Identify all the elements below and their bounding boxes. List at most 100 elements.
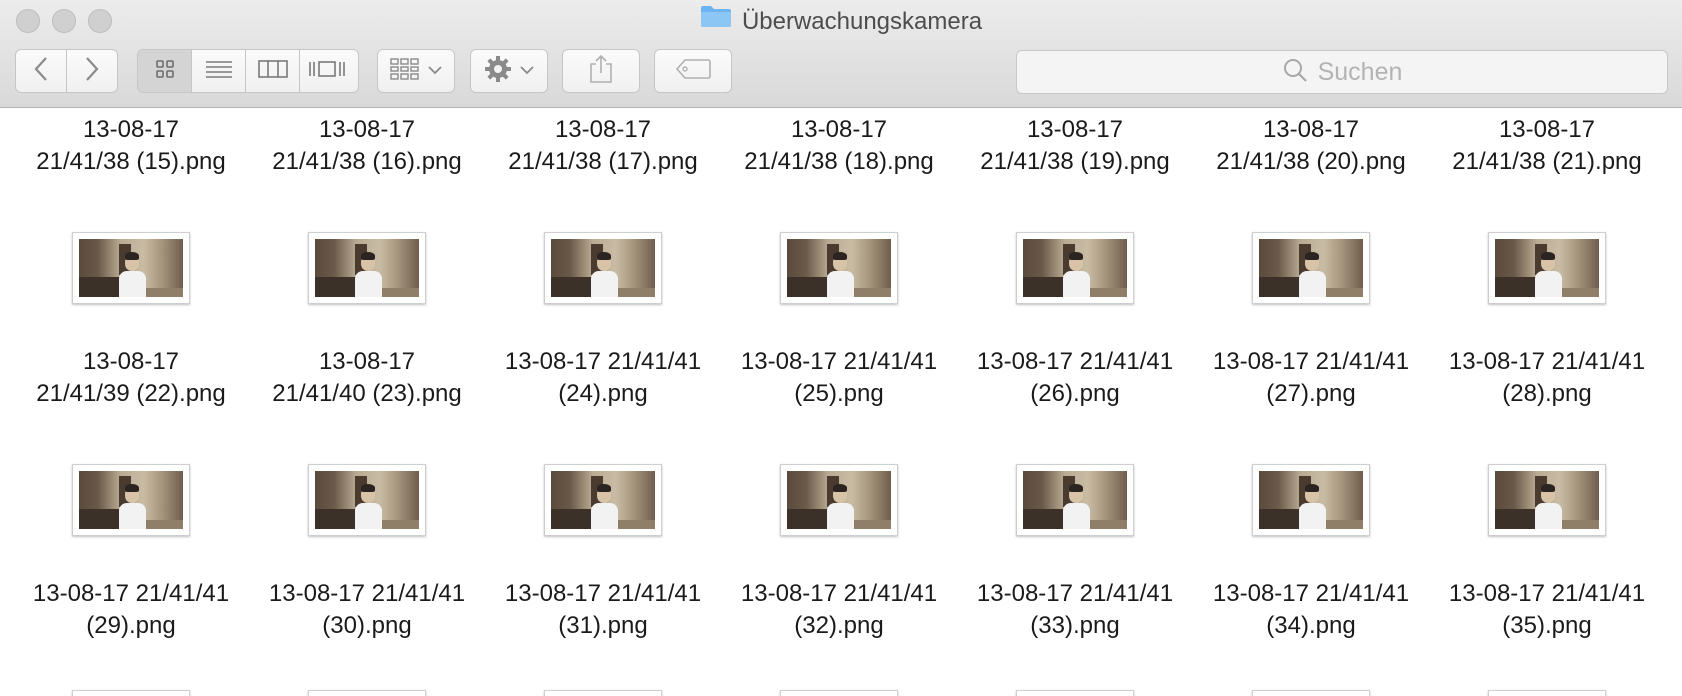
action-menu-button[interactable] [470,49,548,93]
image-thumbnail[interactable] [780,232,898,304]
file-item-name[interactable]: 13-08-17 21/41/41 (33).png [965,578,1185,642]
file-name-line1: 13-08-17 21/41/41 [740,348,938,375]
file-item-name[interactable]: 13-08-17 21/41/38 (20).png [1201,114,1421,178]
file-item-name[interactable]: 13-08-17 21/41/41 (32).png [729,578,949,642]
image-thumbnail[interactable] [308,232,426,304]
image-thumbnail[interactable] [780,464,898,536]
search-field[interactable]: Suchen [1016,50,1668,94]
file-item-name[interactable]: 13-08-17 21/41/41 (24).png [493,346,713,410]
file-name-line2: 21/41/39 (22).png [36,380,226,407]
file-name-line2: 21/41/40 (23).png [272,380,462,407]
file-item-name[interactable]: 13-08-17 21/41/41 (27).png [1201,346,1421,410]
file-name-line2: (24).png [558,380,648,407]
column-view-icon [257,59,288,84]
icon-view-icon [155,59,175,84]
file-item-name[interactable]: 13-08-17 21/41/38 (17).png [493,114,713,178]
gear-icon [484,55,512,88]
file-name-line1: 13-08-17 [1026,116,1124,143]
file-item-name[interactable]: 13-08-17 21/41/39 (22).png [21,346,241,410]
file-name-line1: 13-08-17 21/41/41 [504,348,702,375]
file-item-name[interactable]: 13-08-17 21/41/38 (21).png [1437,114,1657,178]
file-item-name[interactable]: 13-08-17 21/41/40 (23).png [257,346,477,410]
tag-button[interactable] [654,49,732,93]
window-titlebar: Überwachungskamera Suchen [0,0,1682,108]
search-placeholder: Suchen [1317,57,1403,86]
column-view-button[interactable] [246,50,300,92]
file-item-name[interactable]: 13-08-17 21/41/38 (19).png [965,114,1185,178]
image-thumbnail[interactable] [72,232,190,304]
image-thumbnail[interactable] [308,464,426,536]
file-name-line1: 13-08-17 [1498,116,1596,143]
arrange-grid-icon [390,57,420,85]
file-item-name[interactable]: 13-08-17 21/41/41 (31).png [493,578,713,642]
icon-view-button[interactable] [138,50,192,92]
image-thumbnail[interactable] [1252,690,1370,696]
view-mode-control [137,49,359,93]
file-item-name[interactable]: 13-08-17 21/41/41 (30).png [257,578,477,642]
image-thumbnail[interactable] [1016,464,1134,536]
image-thumbnail[interactable] [1488,690,1606,696]
image-thumbnail[interactable] [1488,464,1606,536]
chevron-right-icon [84,56,100,87]
image-thumbnail[interactable] [544,232,662,304]
image-thumbnail[interactable] [72,464,190,536]
image-thumbnail[interactable] [1016,232,1134,304]
file-name-line2: (35).png [1502,612,1592,639]
file-name-line2: (34).png [1266,612,1356,639]
webcam-photo-preview [315,471,419,529]
image-thumbnail[interactable] [308,690,426,696]
webcam-photo-preview [79,239,183,297]
file-name-line2: 21/41/38 (18).png [744,148,934,175]
file-item-name[interactable]: 13-08-17 21/41/41 (28).png [1437,346,1657,410]
file-name-line1: 13-08-17 21/41/41 [268,580,466,607]
webcam-photo-preview [787,471,891,529]
file-name-line1: 13-08-17 21/41/41 [976,580,1174,607]
file-item-name[interactable]: 13-08-17 21/41/41 (29).png [21,578,241,642]
share-button[interactable] [562,49,640,93]
share-icon [588,54,614,89]
image-thumbnail[interactable] [544,464,662,536]
webcam-photo-preview [1495,239,1599,297]
image-thumbnail[interactable] [72,690,190,696]
file-name-line1: 13-08-17 21/41/41 [740,580,938,607]
list-view-button[interactable] [192,50,246,92]
image-thumbnail[interactable] [1252,464,1370,536]
image-thumbnail[interactable] [780,690,898,696]
file-name-line2: (25).png [794,380,884,407]
forward-button[interactable] [66,49,118,93]
back-button[interactable] [15,49,67,93]
file-name-line1: 13-08-17 [790,116,888,143]
cover-flow-button[interactable] [300,50,354,92]
file-name-line2: (26).png [1030,380,1120,407]
file-name-line1: 13-08-17 [82,348,180,375]
webcam-photo-preview [551,239,655,297]
file-item-name[interactable]: 13-08-17 21/41/41 (26).png [965,346,1185,410]
cover-flow-icon [308,59,346,84]
file-name-line2: 21/41/38 (17).png [508,148,698,175]
file-item-name[interactable]: 13-08-17 21/41/38 (15).png [21,114,241,178]
webcam-photo-preview [1259,471,1363,529]
file-item-name[interactable]: 13-08-17 21/41/38 (16).png [257,114,477,178]
file-name-line2: (30).png [322,612,412,639]
image-thumbnail[interactable] [1252,232,1370,304]
webcam-photo-preview [787,239,891,297]
image-thumbnail[interactable] [1488,232,1606,304]
chevron-down-icon [428,62,442,80]
file-item-name[interactable]: 13-08-17 21/41/38 (18).png [729,114,949,178]
webcam-photo-preview [1023,239,1127,297]
file-name-line1: 13-08-17 21/41/41 [1212,580,1410,607]
webcam-photo-preview [1495,471,1599,529]
file-item-name[interactable]: 13-08-17 21/41/41 (25).png [729,346,949,410]
file-name-line2: 21/41/38 (20).png [1216,148,1406,175]
image-thumbnail[interactable] [544,690,662,696]
arrange-button[interactable] [377,49,455,93]
file-name-line1: 13-08-17 21/41/41 [504,580,702,607]
file-name-line2: (32).png [794,612,884,639]
file-item-name[interactable]: 13-08-17 21/41/41 (34).png [1201,578,1421,642]
file-name-line1: 13-08-17 [554,116,652,143]
chevron-down-icon [520,62,534,80]
file-name-line2: 21/41/38 (21).png [1452,148,1642,175]
file-item-name[interactable]: 13-08-17 21/41/41 (35).png [1437,578,1657,642]
list-view-icon [205,59,233,84]
image-thumbnail[interactable] [1016,690,1134,696]
